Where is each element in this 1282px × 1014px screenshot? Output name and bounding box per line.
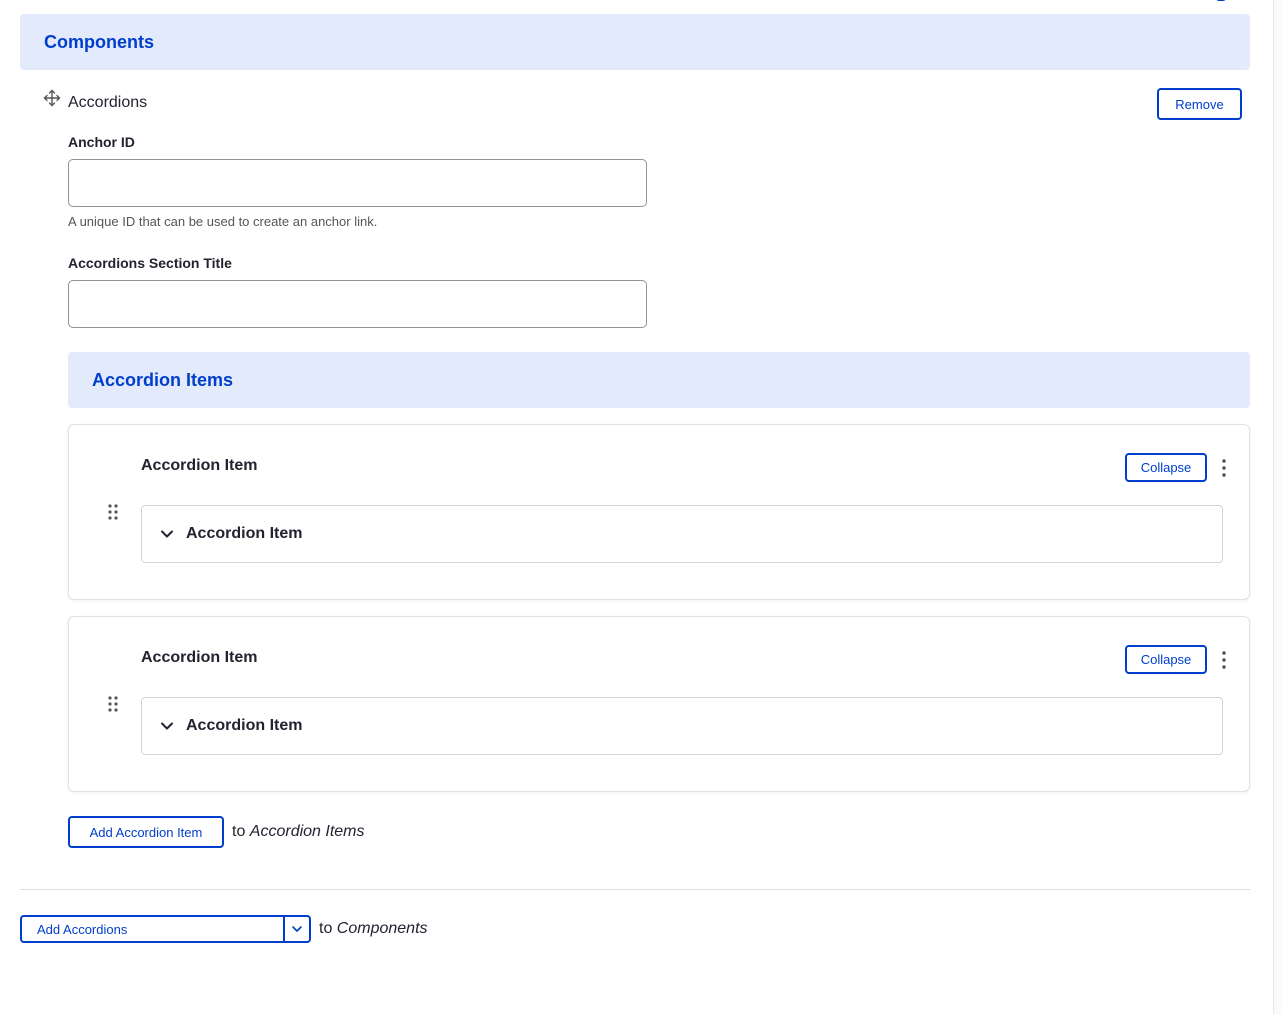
anchor-id-input[interactable] bbox=[68, 159, 647, 207]
add-accordions-split-button: Add Accordions bbox=[20, 915, 311, 943]
add-target-text: to Accordion Items bbox=[232, 823, 365, 841]
collapse-button[interactable]: Collapse bbox=[1125, 453, 1207, 482]
remove-button[interactable]: Remove bbox=[1157, 88, 1242, 120]
add-accordions-dropdown-toggle[interactable] bbox=[283, 917, 309, 941]
accordion-item-title: Accordion Item bbox=[141, 649, 258, 666]
page: Components Accordions Remove Anchor ID A… bbox=[0, 0, 1282, 1014]
scrollbar[interactable] bbox=[1273, 0, 1282, 1014]
chevron-down-icon bbox=[161, 722, 173, 730]
accordion-item-card: Accordion Item Collapse Accordion Item bbox=[68, 424, 1250, 600]
collapse-button[interactable]: Collapse bbox=[1125, 645, 1207, 674]
accordion-item-details[interactable]: Accordion Item bbox=[141, 697, 1223, 755]
add-target-prefix: to bbox=[232, 823, 246, 840]
kebab-menu-icon[interactable] bbox=[1219, 458, 1229, 478]
components-header: Components bbox=[20, 14, 1250, 70]
chevron-down-icon bbox=[292, 926, 302, 932]
kebab-menu-icon[interactable] bbox=[1219, 650, 1229, 670]
section-title-input[interactable] bbox=[68, 280, 647, 328]
accordion-item-details[interactable]: Accordion Item bbox=[141, 505, 1223, 563]
anchor-id-label: Anchor ID bbox=[68, 134, 135, 150]
components-title: Components bbox=[44, 31, 154, 52]
component-label: Accordions bbox=[68, 94, 148, 111]
add-accordions-button[interactable]: Add Accordions bbox=[22, 917, 283, 941]
accordion-items-title: Accordion Items bbox=[92, 369, 234, 390]
scroll-indicator bbox=[1216, 0, 1226, 1]
divider bbox=[20, 889, 1250, 890]
add-accordion-item-button[interactable]: Add Accordion Item bbox=[68, 816, 224, 848]
details-summary-title: Accordion Item bbox=[186, 525, 303, 542]
drag-handle-icon[interactable] bbox=[107, 503, 119, 521]
add-components-target-name: Components bbox=[336, 920, 428, 937]
accordion-items-header: Accordion Items bbox=[68, 352, 1250, 408]
add-components-target-text: to Components bbox=[319, 920, 428, 938]
chevron-down-icon bbox=[161, 530, 173, 538]
accordion-item-title: Accordion Item bbox=[141, 457, 258, 474]
details-summary-title: Accordion Item bbox=[186, 717, 303, 734]
section-title-label: Accordions Section Title bbox=[68, 255, 232, 271]
move-arrows-icon[interactable] bbox=[43, 89, 61, 107]
add-components-prefix: to bbox=[319, 920, 333, 937]
anchor-id-description: A unique ID that can be used to create a… bbox=[68, 214, 378, 229]
drag-handle-icon[interactable] bbox=[107, 695, 119, 713]
accordion-item-card: Accordion Item Collapse Accordion Item bbox=[68, 616, 1250, 792]
add-target-name: Accordion Items bbox=[249, 823, 365, 840]
